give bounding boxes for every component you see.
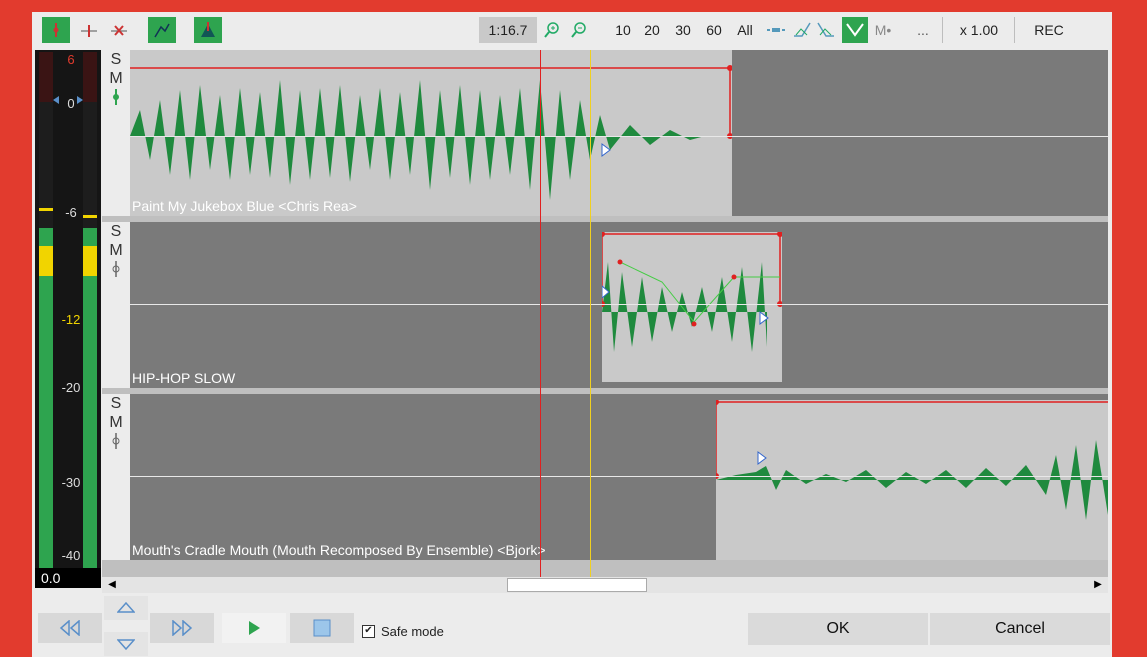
audio-clip-1[interactable]: Paint My Jukebox Blue <Chris Rea> [130,50,732,216]
scroll-thumb[interactable] [507,578,647,592]
stop-button[interactable] [290,613,354,643]
zoom-10-button[interactable]: 10 [612,17,634,43]
separator [942,17,943,43]
toolbar: 1:16.7 10 20 30 60 All M• ... x 1.00 REC [32,12,1112,50]
mic-icon[interactable] [102,88,130,111]
down-arrow-icon [117,639,135,650]
clip-name-1: Paint My Jukebox Blue <Chris Rea> [132,198,357,214]
fast-forward-button[interactable] [150,613,214,643]
marker-button[interactable] [42,17,70,43]
waveform-2 [602,232,782,352]
add-point-icon [81,25,97,37]
envelope-active-icon [846,23,864,37]
mic-icon[interactable] [102,432,130,455]
track-header-1: S M [102,50,130,216]
rewind-icon [59,620,80,636]
envelope-out-button[interactable] [815,17,837,43]
zoom-20-button[interactable]: 20 [640,17,664,43]
envelope-active-button[interactable] [842,17,868,43]
marker-icon [53,23,59,37]
safe-mode-label: Safe mode [381,624,444,639]
rewind-button[interactable] [38,613,102,643]
play-button[interactable] [222,613,286,643]
crossfade-editor-window: 1:16.7 10 20 30 60 All M• ... x 1.00 REC [32,12,1112,657]
cancel-button[interactable]: Cancel [930,613,1110,645]
zoom-in-icon [544,22,559,38]
audio-clip-3[interactable] [716,400,1108,560]
track-center-line [130,136,1108,137]
safe-mode-checkbox[interactable]: ✔ Safe mode [362,624,444,639]
zoom-out-icon [571,22,586,38]
mute-button[interactable]: M [102,413,130,432]
envelope-in-icon [794,22,811,37]
up-button[interactable] [104,596,148,620]
track-lane-2[interactable]: HIP-HOP SLOW [130,222,1108,388]
checkbox-check-icon[interactable]: ✔ [362,625,375,638]
more-button[interactable]: ... [912,17,934,43]
clip-name-3: Mouth's Cradle Mouth (Mouth Recomposed B… [132,542,546,558]
track-header-3: S M [102,394,130,560]
meter-markers [39,96,97,218]
stop-icon [313,619,331,637]
clip-name-2: HIP-HOP SLOW [132,370,236,386]
fade-in-button[interactable] [148,17,176,43]
track-lane-3[interactable]: Mouth's Cradle Mouth (Mouth Recomposed B… [130,394,1108,560]
mix-point-cursor[interactable] [590,50,591,577]
track-lane-1[interactable]: Paint My Jukebox Blue <Chris Rea> [130,50,1108,216]
solo-button[interactable]: S [102,222,130,241]
solo-button[interactable]: S [102,394,130,413]
zoom-60-button[interactable]: 60 [702,17,726,43]
solo-button[interactable]: S [102,50,130,69]
rec-button[interactable]: REC [1020,17,1078,43]
dots-icon [767,28,785,32]
dots-view-button[interactable] [765,17,787,43]
mute-marker-button[interactable]: M• [870,17,896,43]
separator [1014,17,1015,43]
waveform-3 [716,400,1108,520]
play-cursor[interactable] [540,50,541,577]
speed-button[interactable]: x 1.00 [950,17,1008,43]
zoom-all-button[interactable]: All [732,17,758,43]
horizontal-scrollbar[interactable]: ◀ ▶ [102,577,1108,593]
zoom-30-button[interactable]: 30 [671,17,695,43]
waveform-1 [130,65,732,200]
zoom-out-button[interactable] [567,17,591,43]
track-area: S M Paint My Jukebox Blue <Chris Rea> S [102,50,1108,577]
envelope-out-icon [817,22,834,37]
fade-out-button[interactable] [194,17,222,43]
level-meter: 6 0 -6 -12 -20 -30 -40 [35,50,101,587]
scroll-right-arrow[interactable]: ▶ [1090,577,1106,593]
mute-button[interactable]: M [102,241,130,260]
mic-icon[interactable] [102,260,130,283]
zoom-in-button[interactable] [540,17,564,43]
audio-clip-2[interactable] [602,232,782,382]
add-point-button[interactable] [77,17,101,43]
play-icon [249,621,260,635]
scroll-left-arrow[interactable]: ◀ [104,577,120,593]
time-display[interactable]: 1:16.7 [479,17,537,43]
envelope-in-button[interactable] [791,17,813,43]
track-center-line [130,476,1108,477]
ok-button[interactable]: OK [748,613,928,645]
mute-button[interactable]: M [102,69,130,88]
track-center-line [130,304,1108,305]
track-header-2: S M [102,222,130,388]
remove-point-button[interactable] [107,17,131,43]
fade-in-icon [154,23,170,38]
fast-forward-icon [172,620,193,636]
up-arrow-icon [117,602,135,613]
meter-value: 0.0 [35,568,101,588]
down-button[interactable] [104,632,148,656]
fade-out-icon [201,22,215,37]
remove-point-icon [111,25,127,36]
